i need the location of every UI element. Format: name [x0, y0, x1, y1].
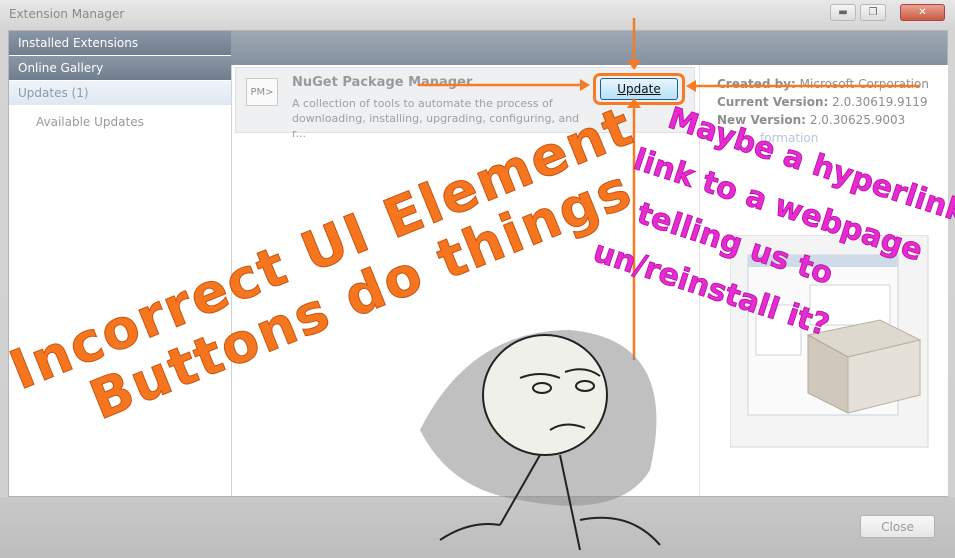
pink-caption: Maybe a hyperlink link to a webpage tell… — [588, 100, 955, 343]
annotation-overlay: Incorrect UI Element Buttons do things M… — [1, 18, 955, 551]
meme-face-image — [420, 330, 661, 551]
